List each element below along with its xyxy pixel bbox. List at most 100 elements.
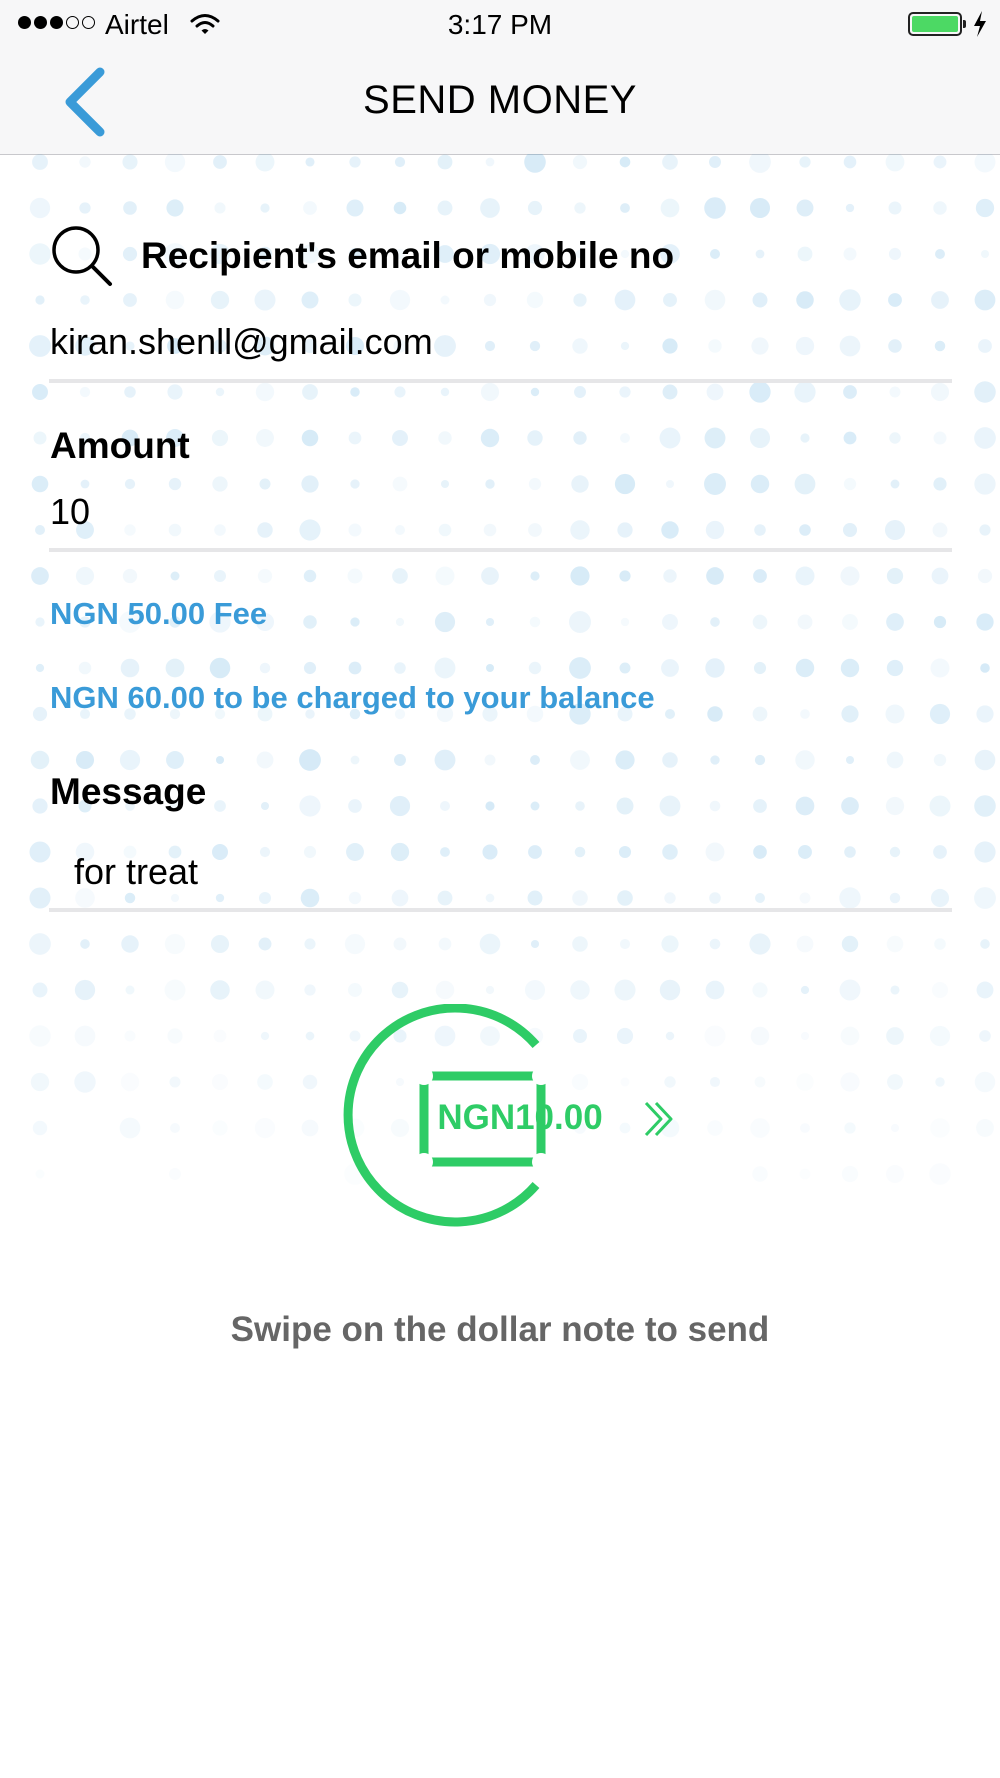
amount-input[interactable]: 10 bbox=[50, 490, 90, 534]
background-dot bbox=[659, 979, 681, 1001]
background-dot bbox=[169, 1076, 181, 1088]
background-dot bbox=[164, 154, 186, 173]
background-dot bbox=[299, 519, 321, 541]
background-dot bbox=[796, 1073, 814, 1091]
background-dot bbox=[933, 477, 947, 491]
background-dot bbox=[974, 289, 996, 311]
background-dot bbox=[210, 934, 230, 954]
background-dot bbox=[394, 754, 406, 766]
background-dot bbox=[889, 892, 901, 904]
background-dot bbox=[617, 890, 633, 906]
background-dot bbox=[485, 801, 495, 811]
background-dot bbox=[839, 335, 861, 357]
background-dot bbox=[124, 478, 136, 490]
background-dot bbox=[124, 524, 136, 536]
background-dot bbox=[885, 704, 905, 724]
recipient-label: Recipient's email or mobile no bbox=[141, 235, 675, 276]
background-dot bbox=[753, 845, 767, 859]
background-dot bbox=[169, 1168, 181, 1180]
note-amount[interactable]: NGN10.00 bbox=[424, 1096, 616, 1140]
background-dot bbox=[801, 1032, 809, 1040]
background-dot bbox=[348, 891, 362, 905]
page-title: SEND MONEY bbox=[363, 78, 637, 122]
background-dot bbox=[885, 154, 905, 172]
background-dot bbox=[300, 888, 320, 908]
background-dot bbox=[796, 291, 814, 309]
background-dot bbox=[35, 295, 45, 305]
background-dot bbox=[841, 797, 859, 815]
background-dot bbox=[530, 801, 540, 811]
background-dot bbox=[931, 567, 949, 585]
background-dot bbox=[305, 157, 315, 167]
background-dot bbox=[844, 1122, 856, 1134]
background-dot bbox=[570, 750, 590, 770]
background-dot bbox=[752, 1166, 767, 1181]
background-dot bbox=[751, 337, 769, 355]
background-dot bbox=[749, 933, 771, 955]
background-dot bbox=[480, 198, 500, 218]
background-dot bbox=[168, 523, 182, 537]
background-dot bbox=[485, 479, 495, 489]
background-dot bbox=[36, 1170, 45, 1179]
background-dot bbox=[258, 891, 272, 905]
background-dot bbox=[211, 429, 229, 447]
background-dot bbox=[890, 985, 900, 995]
background-dot bbox=[974, 154, 996, 173]
background-dot bbox=[795, 796, 815, 816]
background-dot bbox=[798, 845, 812, 859]
background-dot bbox=[617, 522, 633, 538]
status-bar: Airtel 3:17 PM bbox=[0, 0, 1000, 50]
background-dot bbox=[707, 1120, 723, 1136]
background-dot bbox=[214, 202, 226, 214]
background-dot bbox=[887, 1074, 903, 1090]
background-dot bbox=[74, 979, 96, 1001]
background-dot bbox=[260, 801, 270, 811]
background-dot bbox=[391, 981, 409, 999]
background-dot bbox=[616, 797, 634, 815]
background-dot bbox=[164, 979, 186, 1001]
background-dot bbox=[350, 755, 360, 765]
background-dot bbox=[933, 431, 947, 445]
background-dot bbox=[889, 386, 901, 398]
background-dot bbox=[619, 938, 631, 950]
background-dot bbox=[750, 1118, 770, 1138]
background-dot bbox=[933, 155, 947, 169]
background-dot bbox=[437, 154, 453, 170]
background-dot bbox=[527, 430, 543, 446]
background-dot bbox=[979, 1030, 991, 1042]
background-dot bbox=[255, 382, 275, 402]
background-dot bbox=[303, 201, 317, 215]
background-dot bbox=[482, 844, 498, 860]
background-dot bbox=[750, 1026, 770, 1046]
background-dot bbox=[976, 1119, 994, 1137]
background-dot bbox=[886, 751, 904, 769]
background-dot bbox=[620, 433, 630, 443]
background-dot bbox=[212, 1074, 228, 1090]
background-dot bbox=[528, 523, 542, 537]
background-dot bbox=[74, 1025, 96, 1047]
background-dot bbox=[889, 432, 901, 444]
background-dot bbox=[527, 200, 543, 216]
message-input[interactable]: for treat bbox=[74, 850, 198, 894]
background-dot bbox=[212, 476, 228, 492]
background-dot bbox=[886, 659, 904, 677]
background-dot bbox=[886, 613, 904, 631]
background-dot bbox=[484, 340, 496, 352]
background-dot bbox=[618, 845, 632, 859]
background-dot bbox=[346, 199, 364, 217]
background-dot bbox=[749, 381, 771, 403]
background-dot bbox=[301, 1119, 319, 1137]
background-dot bbox=[662, 338, 678, 354]
background-dot bbox=[528, 477, 542, 491]
background-dot bbox=[168, 477, 182, 491]
background-dot bbox=[974, 795, 996, 817]
background-dot bbox=[526, 291, 544, 309]
recipient-input[interactable]: kiran.shenll@gmail.com bbox=[50, 320, 433, 364]
background-dot bbox=[122, 246, 138, 262]
background-dot bbox=[886, 935, 904, 953]
background-dot bbox=[485, 663, 495, 673]
background-dot bbox=[574, 202, 586, 214]
background-dot bbox=[257, 568, 273, 584]
background-dot bbox=[301, 475, 319, 493]
background-dot bbox=[389, 795, 411, 817]
